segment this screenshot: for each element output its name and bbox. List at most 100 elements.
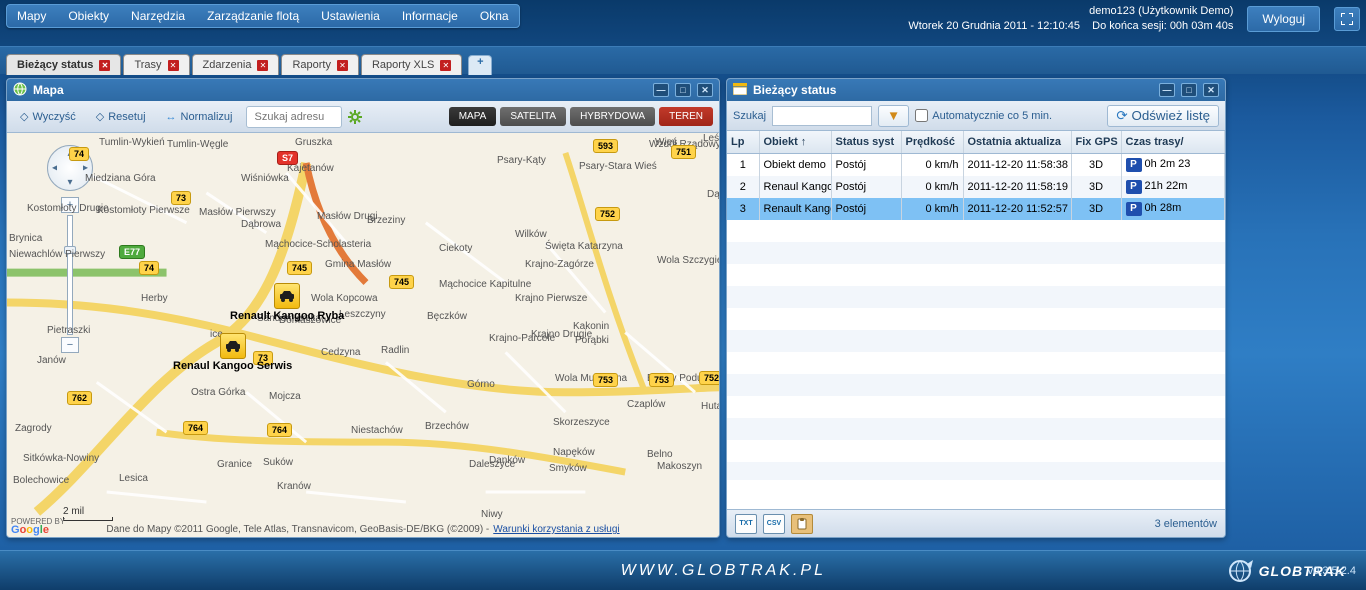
reset-button[interactable]: ◇ Resetuj: [89, 106, 153, 127]
city-label: Cedzyna: [321, 347, 360, 358]
tab-status[interactable]: Bieżący status ✕: [6, 54, 121, 75]
version-label: v0.3.5.2.4: [1308, 565, 1356, 577]
pan-right-icon[interactable]: ▸: [83, 163, 88, 174]
city-label: Lesica: [119, 473, 148, 484]
menu-maps[interactable]: Mapy: [17, 9, 46, 23]
tab-reports[interactable]: Raporty ✕: [281, 54, 359, 75]
menu-windows[interactable]: Okna: [480, 9, 509, 23]
parking-icon: P: [1126, 180, 1142, 194]
map-marker[interactable]: Renault Kangoo Ryba: [227, 283, 347, 323]
road-shield: 745: [389, 275, 414, 289]
status-search-input[interactable]: [772, 106, 872, 126]
table-icon: [733, 83, 747, 98]
maptype-terrain[interactable]: TEREN: [659, 107, 713, 126]
close-button[interactable]: ✕: [1203, 83, 1219, 97]
column-header[interactable]: Ostatnia aktualiza: [963, 131, 1071, 153]
menu-fleet[interactable]: Zarządzanie flotą: [207, 9, 299, 23]
maximize-button[interactable]: □: [1181, 83, 1197, 97]
status-grid[interactable]: LpObiekt ↑Status systPrędkośćOstatnia ak…: [727, 131, 1225, 509]
road-shield: E77: [119, 245, 145, 259]
gear-icon[interactable]: [348, 110, 362, 124]
tab-reports-xls[interactable]: Raporty XLS ✕: [361, 54, 462, 75]
globe-icon: [13, 82, 27, 99]
city-label: Górno: [467, 379, 495, 390]
auto-refresh-toggle[interactable]: Automatycznie co 5 min.: [915, 109, 1052, 122]
city-label: Mąchocice-Scholasteria: [265, 239, 371, 250]
minimize-button[interactable]: —: [653, 83, 669, 97]
maptype-satellite[interactable]: SATELITA: [500, 107, 566, 126]
maptype-hybrid[interactable]: HYBRYDOWA: [570, 107, 655, 126]
close-icon[interactable]: ✕: [257, 60, 268, 71]
close-icon[interactable]: ✕: [168, 60, 179, 71]
city-label: Ostra Górka: [191, 387, 245, 398]
tab-strip: Bieżący status ✕ Trasy ✕ Zdarzenia ✕ Rap…: [0, 46, 1366, 74]
refresh-button[interactable]: ⟳ Odśwież listę: [1107, 105, 1219, 127]
address-search-input[interactable]: [246, 106, 342, 128]
maximize-button[interactable]: □: [675, 83, 691, 97]
column-header[interactable]: Obiekt ↑: [759, 131, 831, 153]
map-terms-link[interactable]: Warunki korzystania z usługi: [493, 524, 619, 535]
auto-refresh-checkbox[interactable]: [915, 109, 928, 122]
menu-objects[interactable]: Obiekty: [68, 9, 109, 23]
city-label: Napęków: [553, 447, 595, 458]
column-header[interactable]: Czas trasy/: [1121, 131, 1225, 153]
city-label: Krajno Drugie: [531, 329, 592, 340]
clipboard-button[interactable]: [791, 514, 813, 534]
export-csv-button[interactable]: CSV: [763, 514, 785, 534]
pan-left-icon[interactable]: ◂: [52, 163, 57, 174]
close-button[interactable]: ✕: [697, 83, 713, 97]
tab-routes[interactable]: Trasy ✕: [123, 54, 189, 75]
maptype-map[interactable]: MAPA: [449, 107, 497, 126]
fullscreen-button[interactable]: [1334, 7, 1360, 31]
tab-events[interactable]: Zdarzenia ✕: [192, 54, 280, 75]
road-shield: 74: [69, 147, 89, 161]
clear-button[interactable]: ◇ Wyczyść: [13, 106, 83, 127]
zoom-slider[interactable]: [67, 215, 73, 335]
road-shield: 751: [671, 145, 696, 159]
city-label: Herby: [141, 293, 168, 304]
marker-label: Renault Kangoo Ryba: [227, 309, 347, 323]
city-label: Niwy: [481, 509, 503, 520]
menu-info[interactable]: Informacje: [402, 9, 458, 23]
city-label: Czaplów: [627, 399, 665, 410]
city-label: Belno: [647, 449, 673, 460]
normalize-button[interactable]: ↔ Normalizuj: [159, 107, 240, 127]
close-icon[interactable]: ✕: [440, 60, 451, 71]
pan-down-icon[interactable]: ▾: [67, 177, 72, 188]
column-header[interactable]: Status syst: [831, 131, 901, 153]
city-label: Mojcza: [269, 391, 301, 402]
panel-title: Bieżący status: [753, 83, 836, 97]
filter-button[interactable]: ▼: [878, 105, 909, 127]
main-menu[interactable]: Mapy Obiekty Narzędzia Zarządzanie flotą…: [6, 4, 520, 28]
add-tab-button[interactable]: +: [468, 55, 492, 75]
city-label: Bolechowice: [13, 475, 69, 486]
city-label: Psary-Stara Wieś: [579, 161, 657, 172]
close-icon[interactable]: ✕: [99, 60, 110, 71]
menu-settings[interactable]: Ustawienia: [321, 9, 380, 23]
zoom-out-button[interactable]: −: [61, 337, 79, 353]
eraser-icon: ◇: [20, 110, 28, 123]
column-header[interactable]: Lp: [727, 131, 759, 153]
close-icon[interactable]: ✕: [337, 60, 348, 71]
parking-icon: P: [1126, 158, 1142, 172]
reset-icon: ◇: [96, 110, 104, 123]
city-label: Skorzeszyce: [553, 417, 610, 428]
city-label: Radlin: [381, 345, 409, 356]
table-row[interactable]: 2Renaul KangooPostój0 km/h2011-12-20 11:…: [727, 176, 1225, 198]
minimize-button[interactable]: —: [1159, 83, 1175, 97]
datetime-label: Wtorek 20 Grudnia 2011 - 12:10:45: [908, 20, 1080, 32]
table-row[interactable]: 1Obiekt demoPostój0 km/h2011-12-20 11:58…: [727, 153, 1225, 176]
city-label: Masłów Pierwszy: [199, 207, 276, 218]
road-shield: 753: [593, 373, 618, 387]
export-txt-button[interactable]: TXT: [735, 514, 757, 534]
city-label: Wola Szczygiełkowa: [657, 255, 719, 266]
column-header[interactable]: Prędkość: [901, 131, 963, 153]
menu-tools[interactable]: Narzędzia: [131, 9, 185, 23]
table-row[interactable]: 3Renault KangooPostój0 km/h2011-12-20 11…: [727, 198, 1225, 220]
city-label: Bęczków: [427, 311, 467, 322]
logout-button[interactable]: Wyloguj: [1247, 6, 1320, 32]
map-canvas[interactable]: ▴ ▾ ◂ ▸ + − 2 mil POWERED: [7, 133, 719, 537]
column-header[interactable]: Fix GPS: [1071, 131, 1121, 153]
city-label: Huta Nowa: [701, 401, 719, 412]
map-marker[interactable]: Renaul Kangoo Serwis: [170, 333, 295, 373]
